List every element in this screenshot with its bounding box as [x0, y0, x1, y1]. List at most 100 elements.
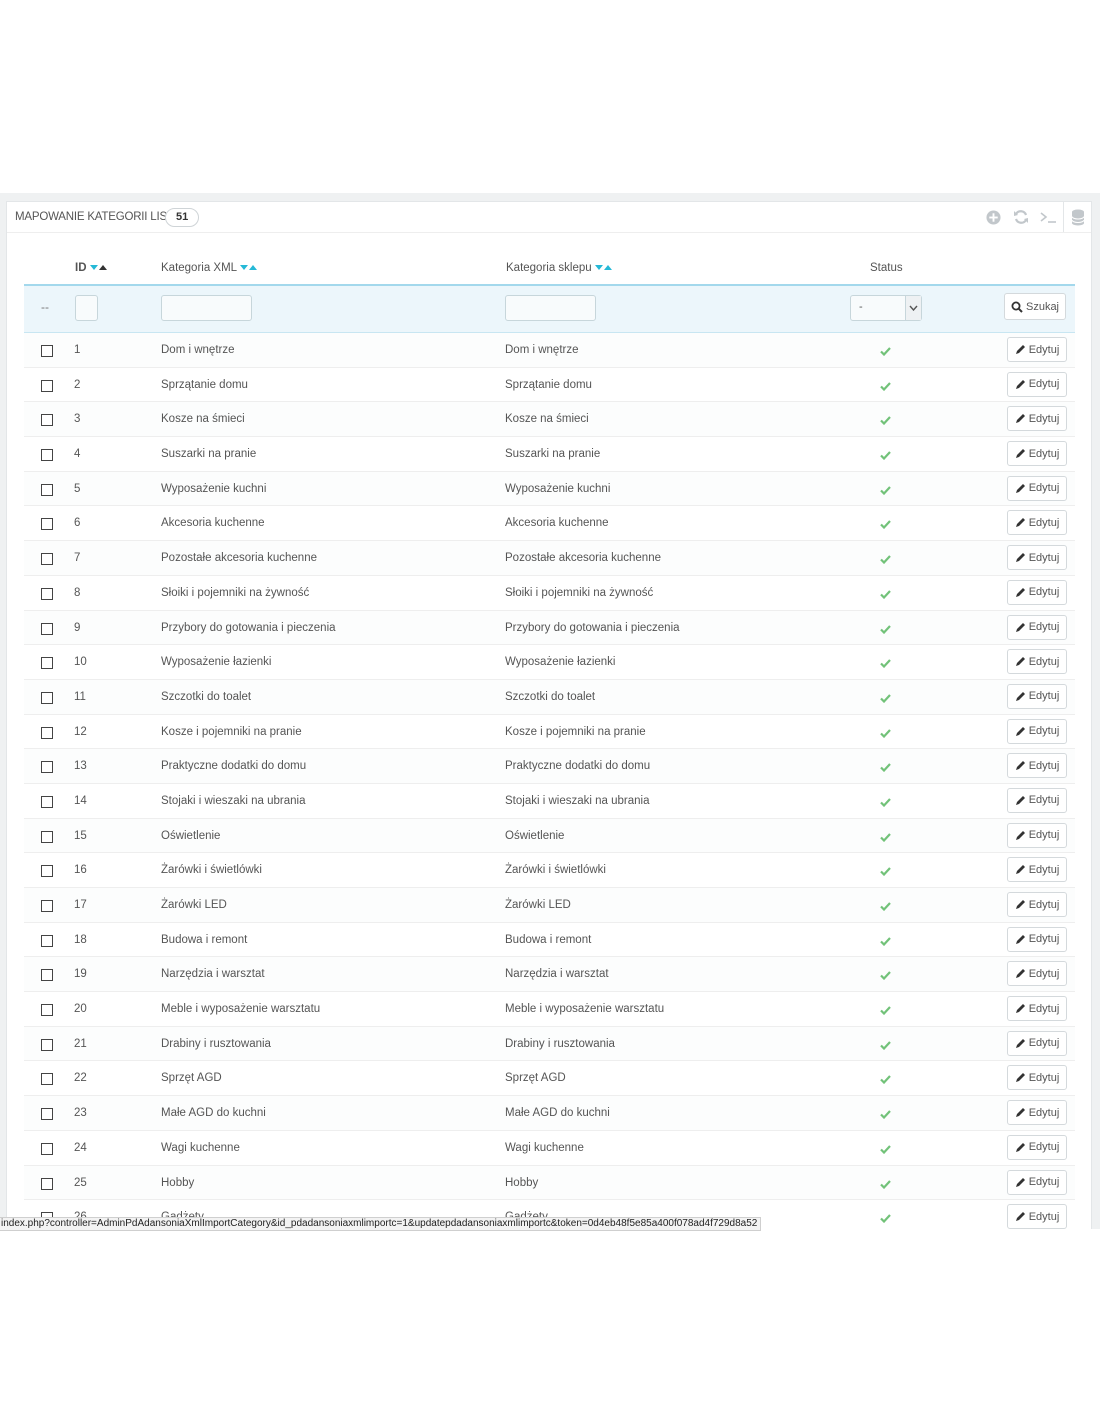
row-checkbox[interactable]	[41, 1177, 53, 1190]
check-icon[interactable]	[880, 1039, 891, 1053]
row-checkbox[interactable]	[41, 691, 53, 704]
edit-button[interactable]: Edytuj	[1007, 406, 1067, 432]
row-checkbox[interactable]	[41, 830, 53, 843]
check-icon[interactable]	[880, 518, 891, 532]
row-checkbox[interactable]	[41, 1038, 53, 1051]
filter-shop-input[interactable]	[505, 295, 596, 321]
refresh-icon[interactable]	[1007, 202, 1034, 232]
check-icon[interactable]	[880, 1108, 891, 1122]
filter-status-value: -	[859, 301, 863, 313]
row-checkbox[interactable]	[41, 726, 53, 739]
check-icon[interactable]	[880, 692, 891, 706]
filter-xml-input[interactable]	[161, 295, 252, 321]
row-checkbox[interactable]	[41, 1073, 53, 1086]
check-icon[interactable]	[880, 796, 891, 810]
check-icon[interactable]	[880, 900, 891, 914]
row-checkbox[interactable]	[41, 518, 53, 531]
check-icon[interactable]	[880, 553, 891, 567]
check-icon[interactable]	[880, 831, 891, 845]
row-checkbox[interactable]	[41, 934, 53, 947]
edit-button[interactable]: Edytuj	[1007, 1169, 1067, 1195]
pencil-icon	[1015, 969, 1025, 979]
edit-button[interactable]: Edytuj	[1007, 579, 1067, 605]
sort-desc-xml-icon[interactable]	[240, 265, 249, 271]
edit-button[interactable]: Edytuj	[1007, 892, 1067, 917]
check-icon[interactable]	[880, 588, 891, 602]
row-checkbox[interactable]	[41, 1108, 53, 1121]
edit-button[interactable]: Edytuj	[1007, 337, 1067, 362]
check-icon[interactable]	[880, 727, 891, 741]
check-icon[interactable]	[880, 345, 891, 359]
table-row: 3 Kosze na śmieci Kosze na śmieci Edytuj	[24, 402, 1075, 438]
edit-button[interactable]: Edytuj	[1007, 475, 1067, 501]
filter-status-select[interactable]: -	[850, 295, 922, 321]
sort-asc-id-icon[interactable]	[98, 265, 107, 271]
edit-button[interactable]: Edytuj	[1007, 510, 1067, 536]
edit-button[interactable]: Edytuj	[1007, 787, 1067, 813]
row-checkbox[interactable]	[41, 1004, 53, 1017]
edit-button[interactable]: Edytuj	[1007, 718, 1067, 744]
row-checkbox[interactable]	[41, 865, 53, 878]
row-checkbox[interactable]	[41, 414, 53, 427]
edit-button[interactable]: Edytuj	[1007, 1100, 1067, 1126]
check-icon[interactable]	[880, 623, 891, 637]
check-icon[interactable]	[880, 1004, 891, 1018]
check-icon[interactable]	[880, 657, 891, 671]
check-icon[interactable]	[880, 761, 891, 775]
check-icon[interactable]	[880, 969, 891, 983]
row-checkbox[interactable]	[41, 1142, 53, 1155]
row-checkbox[interactable]	[41, 345, 53, 357]
sort-asc-shop-icon[interactable]	[603, 265, 612, 271]
edit-button[interactable]: Edytuj	[1007, 441, 1067, 467]
filter-id-input[interactable]	[75, 295, 98, 321]
edit-button[interactable]: Edytuj	[1007, 614, 1067, 640]
row-checkbox[interactable]	[41, 587, 53, 600]
check-icon[interactable]	[880, 380, 891, 394]
sort-asc-xml-icon[interactable]	[249, 265, 258, 271]
row-checkbox[interactable]	[41, 553, 53, 566]
edit-button[interactable]: Edytuj	[1007, 996, 1067, 1022]
check-icon[interactable]	[880, 1178, 891, 1192]
row-checkbox[interactable]	[41, 657, 53, 670]
row-id: 9	[74, 621, 81, 634]
edit-button[interactable]: Edytuj	[1007, 1065, 1067, 1091]
edit-button[interactable]: Edytuj	[1007, 683, 1067, 709]
edit-button[interactable]: Edytuj	[1007, 1204, 1067, 1229]
table-row: 8 Słoiki i pojemniki na żywność Słoiki i…	[24, 576, 1075, 611]
check-icon[interactable]	[880, 484, 891, 498]
edit-button[interactable]: Edytuj	[1007, 753, 1067, 779]
row-shop-category: Budowa i remont	[505, 933, 592, 946]
check-icon[interactable]	[880, 935, 891, 949]
check-icon[interactable]	[880, 414, 891, 428]
edit-button[interactable]: Edytuj	[1007, 649, 1067, 675]
sort-desc-shop-icon[interactable]	[594, 265, 603, 271]
row-checkbox[interactable]	[41, 795, 53, 808]
row-checkbox[interactable]	[41, 900, 53, 912]
edit-button[interactable]: Edytuj	[1007, 822, 1067, 848]
sort-desc-id-icon[interactable]	[89, 265, 98, 271]
edit-button[interactable]: Edytuj	[1007, 1030, 1067, 1056]
edit-button-label: Edytuj	[1028, 690, 1060, 703]
row-checkbox[interactable]	[41, 761, 53, 774]
check-icon[interactable]	[880, 1143, 891, 1157]
database-icon[interactable]	[1064, 202, 1091, 232]
row-checkbox[interactable]	[41, 379, 53, 392]
row-checkbox[interactable]	[41, 483, 53, 496]
edit-button[interactable]: Edytuj	[1007, 926, 1067, 952]
row-checkbox[interactable]	[41, 449, 53, 462]
row-checkbox[interactable]	[41, 622, 53, 635]
row-xml-category: Przybory do gotowania i pieczenia	[161, 621, 336, 634]
add-icon[interactable]	[980, 202, 1007, 232]
search-button[interactable]: Szukaj	[1004, 293, 1066, 320]
edit-button[interactable]: Edytuj	[1007, 961, 1067, 987]
edit-button[interactable]: Edytuj	[1007, 545, 1067, 571]
check-icon[interactable]	[880, 1212, 891, 1226]
check-icon[interactable]	[880, 449, 891, 463]
edit-button[interactable]: Edytuj	[1007, 371, 1067, 397]
edit-button[interactable]: Edytuj	[1007, 1134, 1067, 1160]
check-icon[interactable]	[880, 865, 891, 879]
row-checkbox[interactable]	[41, 969, 53, 982]
check-icon[interactable]	[880, 1073, 891, 1087]
edit-button[interactable]: Edytuj	[1007, 857, 1067, 883]
sql-console-icon[interactable]	[1034, 202, 1061, 232]
